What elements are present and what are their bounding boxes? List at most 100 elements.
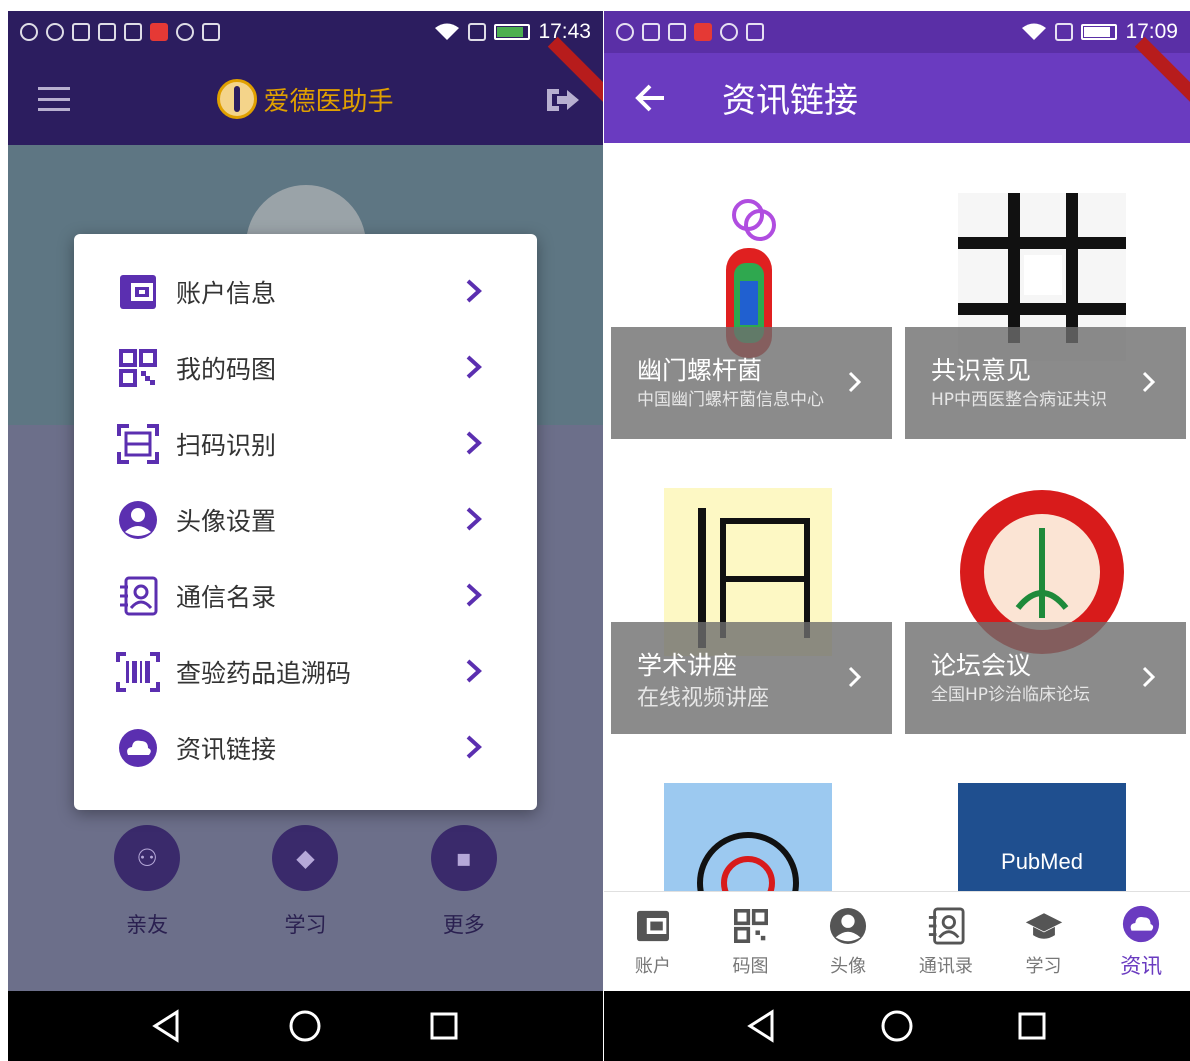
card-subtitle: 中国幽门螺杆菌信息中心 bbox=[637, 390, 824, 410]
card-subtitle: 在线视频讲座 bbox=[637, 686, 770, 711]
message-icon bbox=[668, 23, 686, 41]
nav-label: 头像 bbox=[830, 955, 867, 977]
recents-nav-icon[interactable] bbox=[1014, 1008, 1050, 1044]
action-study[interactable]: ◆ 学习 bbox=[272, 825, 339, 939]
card-title: 论坛会议 bbox=[931, 651, 1032, 680]
card-caption: 幽门螺杆菌 中国幽门螺杆菌信息中心 bbox=[611, 327, 892, 439]
qrcode-icon bbox=[731, 906, 771, 946]
card-caption: 学术讲座 在线视频讲座 bbox=[611, 622, 892, 734]
page-title: 资讯链接 bbox=[722, 81, 858, 121]
menu-item-label: 查验药品追溯码 bbox=[176, 659, 352, 688]
screenshot-stage: 17:43 爱德医助手 ⚇ 亲友 ◆ 学习 ▪ 更多 账户信息 我的码图 扫码识… bbox=[0, 0, 1190, 1061]
menu-item-account[interactable]: 账户信息 bbox=[74, 254, 537, 330]
contacts-icon bbox=[116, 574, 160, 618]
nav-avatar[interactable]: 头像 bbox=[799, 892, 897, 991]
nav-qrcode[interactable]: 码图 bbox=[702, 892, 800, 991]
logout-icon[interactable] bbox=[545, 85, 581, 115]
home-nav-icon[interactable] bbox=[879, 1008, 915, 1044]
chevron-right-icon bbox=[466, 735, 482, 759]
chevron-right-icon bbox=[848, 666, 862, 688]
cloud-icon bbox=[116, 726, 160, 770]
wifi-icon bbox=[435, 23, 460, 40]
app-icon bbox=[150, 23, 168, 41]
link-card-pubmed[interactable]: PubMed bbox=[898, 733, 1186, 893]
menu-dialog: 账户信息 我的码图 扫码识别 头像设置 通信名录 查验药品追溯码 资讯链接 bbox=[74, 234, 537, 810]
nav-label: 通讯录 bbox=[918, 955, 973, 977]
avatar-icon bbox=[828, 906, 868, 946]
link-card-hp[interactable]: 幽门螺杆菌 中国幽门螺杆菌信息中心 bbox=[604, 143, 892, 439]
wallet-icon bbox=[116, 270, 160, 314]
chevron-right-icon bbox=[466, 507, 482, 531]
card-title: 共识意见 bbox=[931, 356, 1032, 385]
location-icon bbox=[616, 23, 634, 41]
family-icon: ⚇ bbox=[114, 825, 181, 891]
target-logo bbox=[664, 783, 832, 893]
gallery-icon bbox=[98, 23, 116, 41]
avatar-icon bbox=[116, 498, 160, 542]
nav-label: 码图 bbox=[732, 955, 769, 977]
nav-contacts[interactable]: 通讯录 bbox=[897, 892, 995, 991]
action-label: 亲友 bbox=[126, 913, 169, 937]
status-bar: 17:09 bbox=[604, 11, 1190, 53]
calendar-icon bbox=[202, 23, 220, 41]
menu-item-drug-trace[interactable]: 查验药品追溯码 bbox=[74, 634, 537, 710]
action-family[interactable]: ⚇ 亲友 bbox=[114, 825, 181, 939]
menu-item-contacts[interactable]: 通信名录 bbox=[74, 558, 537, 634]
cloud-icon bbox=[1121, 904, 1161, 944]
battery-icon bbox=[494, 24, 531, 40]
nav-news[interactable]: 资讯 bbox=[1092, 892, 1190, 991]
chevron-right-icon bbox=[848, 371, 862, 393]
menu-item-avatar[interactable]: 头像设置 bbox=[74, 482, 537, 558]
message-icon bbox=[124, 23, 142, 41]
back-nav-icon[interactable] bbox=[744, 1008, 780, 1044]
chevron-right-icon bbox=[1142, 666, 1156, 688]
recents-nav-icon[interactable] bbox=[426, 1008, 462, 1044]
chat-bubble-icon: ▪ bbox=[430, 825, 497, 891]
notification-icon bbox=[72, 23, 90, 41]
graduation-cap-icon bbox=[1024, 906, 1064, 946]
app-brand: 爱德医助手 bbox=[217, 79, 394, 119]
hamburger-menu-icon[interactable] bbox=[38, 87, 70, 111]
sim-icon bbox=[468, 23, 487, 41]
nav-account[interactable]: 账户 bbox=[604, 892, 702, 991]
system-nav-bar bbox=[8, 991, 603, 1061]
menu-item-qrcode[interactable]: 我的码图 bbox=[74, 330, 537, 406]
status-time: 17:09 bbox=[1125, 20, 1178, 43]
usb-icon bbox=[20, 23, 38, 41]
chevron-right-icon bbox=[466, 355, 482, 379]
sync-icon bbox=[176, 23, 194, 41]
menu-item-news-links[interactable]: 资讯链接 bbox=[74, 710, 537, 786]
sync-icon bbox=[720, 23, 738, 41]
back-nav-icon[interactable] bbox=[149, 1008, 185, 1044]
chevron-right-icon bbox=[1142, 371, 1156, 393]
link-card-consensus[interactable]: 共识意见 HP中西医整合病证共识 bbox=[898, 143, 1186, 439]
card-subtitle: 全国HP诊治临床论坛 bbox=[931, 685, 1091, 705]
calendar-icon bbox=[746, 23, 764, 41]
sim-icon bbox=[1055, 23, 1074, 41]
menu-item-label: 我的码图 bbox=[176, 355, 277, 384]
bottom-navigation: 账户 码图 头像 通讯录 学习 资讯 bbox=[604, 891, 1190, 991]
scan-icon bbox=[116, 422, 160, 466]
app-bar: 爱德医助手 bbox=[8, 36, 603, 145]
pubmed-logo: PubMed bbox=[958, 783, 1126, 893]
card-title: 学术讲座 bbox=[637, 651, 738, 680]
wifi-icon bbox=[1022, 23, 1047, 40]
contacts-icon bbox=[926, 906, 966, 946]
nav-label: 学习 bbox=[1025, 955, 1062, 977]
link-card-lectures[interactable]: 学术讲座 在线视频讲座 bbox=[604, 438, 892, 734]
menu-item-scan[interactable]: 扫码识别 bbox=[74, 406, 537, 482]
home-nav-icon[interactable] bbox=[287, 1008, 323, 1044]
barcode-icon bbox=[116, 650, 160, 694]
link-grid: 幽门螺杆菌 中国幽门螺杆菌信息中心 共识意见 HP中西医整合病证共识 学术讲座 … bbox=[604, 143, 1190, 893]
gallery-icon bbox=[642, 23, 660, 41]
nav-study[interactable]: 学习 bbox=[995, 892, 1093, 991]
card-subtitle: HP中西医整合病证共识 bbox=[931, 390, 1108, 410]
back-arrow-icon[interactable] bbox=[634, 83, 666, 113]
system-nav-bar bbox=[604, 991, 1190, 1061]
action-more[interactable]: ▪ 更多 bbox=[430, 825, 497, 939]
card-caption: 论坛会议 全国HP诊治临床论坛 bbox=[905, 622, 1186, 734]
link-card-partial-left[interactable] bbox=[604, 733, 892, 893]
link-card-forum[interactable]: 论坛会议 全国HP诊治临床论坛 bbox=[898, 438, 1186, 734]
chevron-right-icon bbox=[466, 431, 482, 455]
app-icon bbox=[694, 23, 712, 41]
